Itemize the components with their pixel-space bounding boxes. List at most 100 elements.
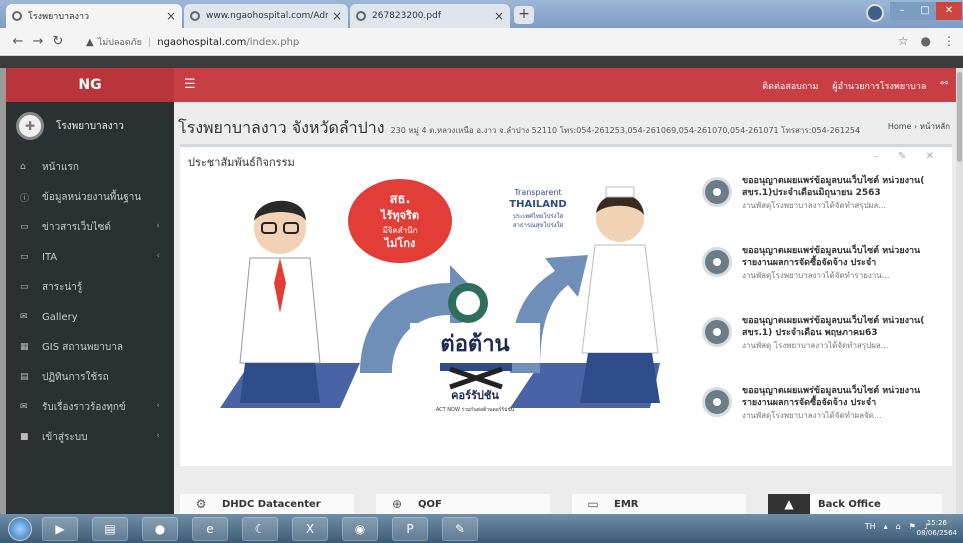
close-icon[interactable]: × [332, 9, 342, 23]
tile-emr[interactable]: ▭ EMR [572, 494, 746, 514]
calendar-icon: ▤ [20, 372, 29, 382]
reload-icon[interactable]: ↻ [48, 34, 68, 49]
news-item[interactable]: ขออนุญาตเผยแพร่ข้อมูลบนเว็บไซต์ หน่วยงาน… [702, 315, 942, 385]
tile-back-office[interactable]: ▲ Back Office [768, 494, 942, 514]
sidebar-item-basic-info[interactable]: ⓘ ข้อมูลหน่วยงานพื้นฐาน [6, 182, 174, 212]
minimize-icon[interactable]: – [890, 2, 914, 20]
chevron-left-icon: ‹ [156, 221, 160, 231]
more-icon[interactable]: ⋮ [943, 34, 955, 48]
news-title[interactable]: ขออนุญาตเผยแพร่ข้อมูลบนเว็บไซต์ หน่วยงาน… [742, 245, 942, 269]
tab-hospital[interactable]: โรงพยาบาลงาว × [6, 4, 182, 28]
bubble-line2: ไร้ทุจริต [379, 208, 419, 223]
tray-arrow-icon[interactable]: ▴ [884, 522, 888, 531]
flag-icon[interactable]: ⚑ [909, 522, 916, 531]
site-top-nav: NG ☰ ติดต่อสอบถาม ผู้อำนวยการโรงพยาบาล ⚯ [6, 68, 956, 102]
taskbar-app-paint-icon[interactable]: ✎ [442, 517, 478, 541]
news-list: ขออนุญาตเผยแพร่ข้อมูลบนเว็บไซต์ หน่วยงาน… [702, 175, 942, 455]
sidebar-item-ita[interactable]: ▭ ITA ‹ [6, 242, 174, 272]
clock[interactable]: 15:26 08/06/2564 [917, 518, 957, 538]
network-icon[interactable]: ⌂ [896, 522, 901, 531]
news-item[interactable]: ขออนุญาตเผยแพร่ข้อมูลบนเว็บไซต์ หน่วยงาน… [702, 175, 942, 245]
back-icon[interactable]: ← [8, 34, 28, 49]
site-logo[interactable]: NG [6, 68, 174, 102]
avatar: ✚ [16, 112, 44, 140]
taskbar-app-publisher-icon[interactable]: P [392, 517, 428, 541]
account-icon[interactable]: ● [921, 34, 931, 48]
url-field[interactable]: ▲ ไม่ปลอดภัย | ngaohospital.com/index.ph… [86, 33, 299, 51]
bubble-line3: มีจิตสำนึก [383, 226, 418, 235]
sidebar-item-calendar[interactable]: ▤ ปฏิทินการใช้รถ [6, 362, 174, 392]
tab-admin[interactable]: www.ngaohospital.com/Admin/ × [184, 4, 348, 28]
close-window-icon[interactable]: ✕ [936, 2, 962, 20]
contact-link[interactable]: ติดต่อสอบถาม [762, 79, 818, 93]
sidebar-item-login[interactable]: ■ เข้าสู่ระบบ ‹ [6, 422, 174, 452]
warning-icon: ▲ [86, 36, 94, 48]
hospital-logo-icon [702, 387, 732, 417]
sidebar-item-gis[interactable]: ▦ GIS สถานพยาบาล [6, 332, 174, 362]
tile-label: EMR [614, 498, 639, 510]
sidebar-item-home[interactable]: ⌂ หน้าแรก [6, 152, 174, 182]
tile-dhdc[interactable]: ⚙ DHDC Datacenter [180, 494, 354, 514]
star-icon[interactable]: ☆ [898, 34, 909, 48]
pr-box: ประชาสัมพันธ์กิจกรรม – ✎ ✕ สธ. ไร้ทุจริต… [180, 144, 952, 466]
banner-line3: ACT NOW ร่วมกันต่อต้านคอร์รัปชัน [436, 406, 515, 413]
news-title[interactable]: ขออนุญาตเผยแพร่ข้อมูลบนเว็บไซต์ หน่วยงาน… [742, 385, 942, 409]
monitor-icon: ▭ [587, 497, 599, 511]
anti-corruption-poster[interactable]: สธ. ไร้ทุจริต มีจิตสำนึก ไม่โกง Transpar… [210, 173, 680, 428]
news-title[interactable]: ขออนุญาตเผยแพร่ข้อมูลบนเว็บไซต์ หน่วยงาน… [742, 175, 942, 199]
sidebar-item-knowledge[interactable]: ▭ สาระน่ารู้ [6, 272, 174, 302]
chrome-tab-icon [356, 11, 366, 21]
news-item[interactable]: ขออนุญาตเผยแพร่ข้อมูลบนเว็บไซต์ หน่วยงาน… [702, 385, 942, 455]
news-title[interactable]: ขออนุญาตเผยแพร่ข้อมูลบนเว็บไซต์ หน่วยงาน… [742, 315, 942, 339]
maximize-icon[interactable]: □ [914, 2, 936, 20]
director-link[interactable]: ผู้อำนวยการโรงพยาบาล [832, 79, 926, 93]
breadcrumb[interactable]: Home › หน้าหลัก [888, 120, 950, 133]
news-desc: งานพัสดุโรงพยาบาลงาวได้จัดทำรายงาน... [742, 271, 890, 280]
sidebar-item-label: Gallery [42, 311, 78, 323]
taskbar-app-ie-icon[interactable]: e [192, 517, 228, 541]
tt-line2: THAILAND [509, 199, 566, 210]
window-controls: – □ ✕ [890, 2, 962, 20]
grid-icon: ▦ [20, 342, 29, 352]
tile-label: DHDC Datacenter [222, 498, 321, 510]
taskbar-app-media-icon[interactable]: ▶ [42, 517, 78, 541]
close-icon[interactable]: × [166, 9, 176, 23]
page-title-text: โรงพยาบาลงาว จังหวัดลำปาง [178, 118, 385, 137]
news-item[interactable]: ขออนุญาตเผยแพร่ข้อมูลบนเว็บไซต์ หน่วยงาน… [702, 245, 942, 315]
tile-qof[interactable]: ⊕ QOF [376, 494, 550, 514]
main-content: โรงพยาบาลงาว จังหวัดลำปาง 230 หมู่ 4 ต.หล… [174, 102, 956, 514]
tile-label: QOF [418, 498, 442, 510]
taskbar-app-explorer-icon[interactable]: ▤ [92, 517, 128, 541]
sidebar: ✚ โรงพยาบาลงาว ⌂ หน้าแรก ⓘ ข้อมูลหน่วยงา… [6, 102, 174, 514]
envelope-icon: ✉ [20, 402, 28, 412]
new-tab-button[interactable]: + [514, 6, 534, 24]
page-scrollbar[interactable] [956, 68, 963, 514]
forward-icon[interactable]: → [28, 34, 48, 49]
close-icon[interactable]: × [494, 9, 504, 23]
taskbar-app-line-icon[interactable]: ◉ [342, 517, 378, 541]
sidebar-item-label: สาระน่ารู้ [42, 281, 83, 293]
sidebar-item-gallery[interactable]: ✉ Gallery [6, 302, 174, 332]
taskbar-app-excel-icon[interactable]: X [292, 517, 328, 541]
sidebar-item-label: ITA [42, 251, 58, 263]
tab-pdf[interactable]: 267823200.pdf × [350, 4, 510, 28]
clock-time: 15:26 [926, 519, 947, 527]
sidebar-item-label: ปฏิทินการใช้รถ [42, 371, 109, 383]
tile-label: Back Office [818, 498, 881, 510]
taskbar-app-chrome-icon[interactable]: ● [142, 517, 178, 541]
scrollbar-thumb[interactable] [957, 72, 962, 162]
sidebar-item-news[interactable]: ▭ ข่าวสารเว็บไซต์ ‹ [6, 212, 174, 242]
box-title: ประชาสัมพันธ์กิจกรรม [188, 156, 295, 169]
tt-line1: Transparent [513, 188, 561, 197]
menu-toggle-icon[interactable]: ☰ [184, 77, 196, 92]
share-icon[interactable]: ⚯ [940, 79, 948, 93]
chevron-left-icon: ‹ [156, 431, 160, 441]
box-tools[interactable]: – ✎ ✕ [874, 151, 942, 162]
start-button[interactable] [8, 517, 32, 541]
tab-title: 267823200.pdf [372, 11, 441, 21]
taskbar-app-moon-icon[interactable]: ☾ [242, 517, 278, 541]
sidebar-item-complaints[interactable]: ✉ รับเรื่องราวร้องทุกข์ ‹ [6, 392, 174, 422]
banner-line2: คอร์รัปชัน [451, 389, 499, 402]
tray-language[interactable]: TH [865, 522, 876, 531]
profile-icon[interactable] [866, 4, 884, 22]
